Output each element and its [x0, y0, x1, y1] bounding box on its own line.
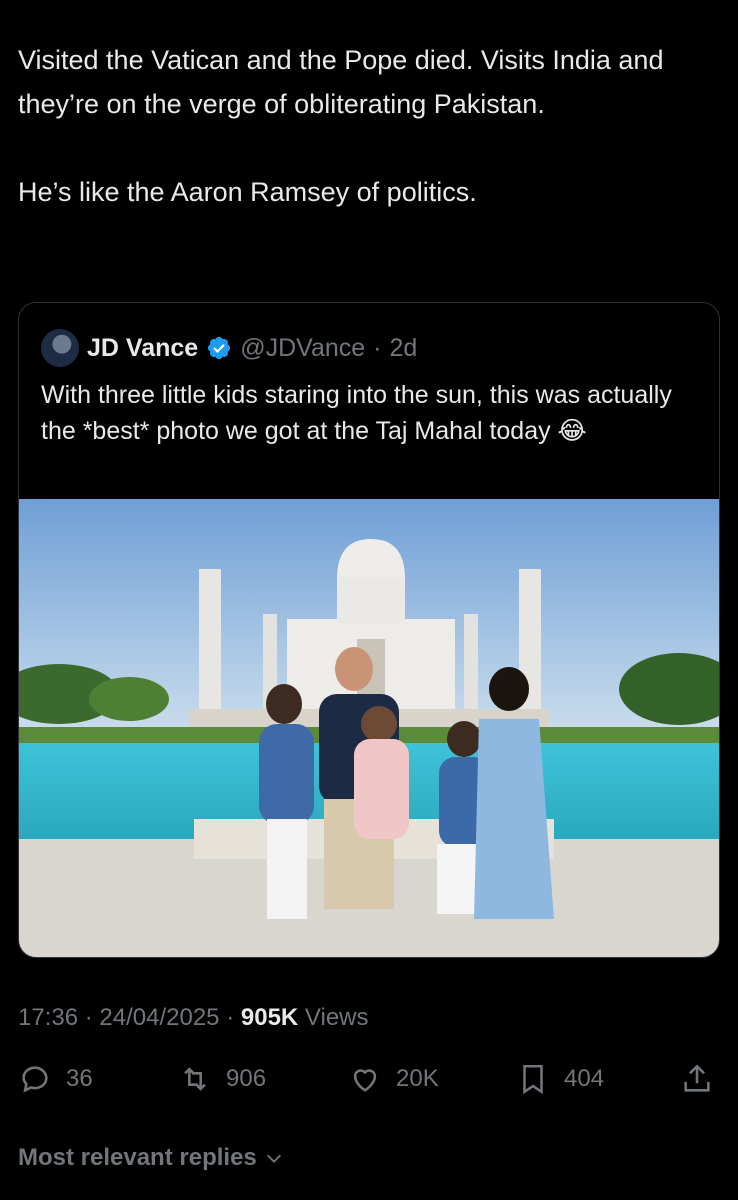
tweet-text: Visited the Vatican and the Pope died. V… — [18, 38, 718, 214]
author-handle[interactable]: @JDVance — [240, 334, 365, 363]
reply-icon — [22, 1066, 48, 1093]
quoted-tweet-header: JD Vance @JDVance · 2d — [41, 329, 417, 367]
bookmark-icon — [523, 1064, 543, 1095]
reply-count: 36 — [66, 1065, 93, 1092]
tweet-text-line-2: He’s like the Aaron Ramsey of politics. — [18, 177, 477, 207]
separator-dot: · — [84, 1004, 93, 1031]
repost-icon — [184, 1067, 206, 1091]
views-count: 905K — [240, 1004, 299, 1031]
chevron-down-icon — [266, 1154, 281, 1163]
bookmark-button[interactable]: 404 — [516, 1062, 604, 1096]
repost-button[interactable]: 906 — [178, 1062, 266, 1096]
post-time-full[interactable]: 17:36 — [18, 1004, 78, 1031]
reply-button[interactable]: 36 — [18, 1062, 93, 1096]
author-name[interactable]: JD Vance — [87, 334, 198, 363]
heart-icon — [353, 1069, 377, 1092]
post-date[interactable]: 24/04/2025 — [99, 1004, 219, 1031]
bookmark-count: 404 — [564, 1065, 605, 1092]
post-time[interactable]: 2d — [389, 334, 417, 363]
quoted-tweet-text: With three little kids staring into the … — [41, 381, 672, 445]
share-button[interactable] — [680, 1062, 714, 1096]
quoted-tweet-photo[interactable] — [19, 499, 719, 958]
quoted-tweet-card[interactable]: JD Vance @JDVance · 2d With three little… — [18, 302, 720, 958]
replies-sort-dropdown[interactable]: Most relevant replies — [18, 1144, 285, 1172]
verified-badge-icon — [208, 336, 231, 360]
like-button[interactable]: 20K — [348, 1062, 439, 1096]
tweet-text-line-1: Visited the Vatican and the Pope died. V… — [18, 45, 664, 119]
share-icon — [684, 1064, 710, 1092]
tweet-meta: 17:36 · 24/04/2025 · 905K Views — [18, 1004, 369, 1032]
action-bar: 36 906 20K 404 — [18, 1062, 718, 1106]
replies-sort-label: Most relevant replies — [18, 1144, 257, 1171]
like-count: 20K — [396, 1065, 439, 1092]
avatar[interactable] — [41, 329, 79, 367]
separator-dot: · — [373, 333, 382, 362]
repost-count: 906 — [226, 1065, 267, 1092]
views-label: Views — [304, 1004, 369, 1031]
separator-dot: · — [226, 1004, 235, 1031]
